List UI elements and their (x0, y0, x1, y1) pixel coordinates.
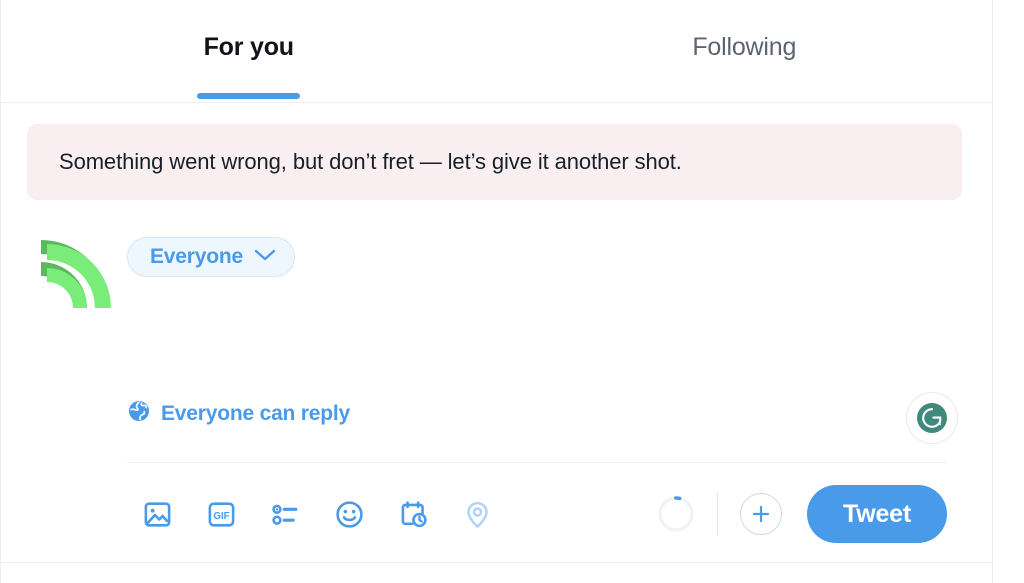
chevron-down-icon (254, 248, 276, 267)
reply-setting[interactable]: Everyone can reply (127, 399, 947, 428)
composer-tool-icons: GIF (142, 499, 493, 530)
tweet-composer: Everyone Everyone can reply GIF Tweet (1, 210, 992, 562)
rss-logo-icon (41, 240, 111, 308)
error-banner-message: Something went wrong, but don’t fret — l… (59, 149, 682, 174)
timeline-tabs: For you Following (1, 0, 992, 103)
svg-text:GIF: GIF (213, 511, 229, 522)
schedule-icon[interactable] (398, 499, 429, 530)
composer-body: Everyone Everyone can reply (127, 210, 958, 444)
composer-action-bar: GIF Tweet (127, 483, 947, 545)
grammarly-icon[interactable] (906, 392, 958, 444)
reply-setting-label: Everyone can reply (161, 401, 350, 425)
poll-icon[interactable] (270, 499, 301, 530)
location-icon[interactable] (462, 499, 493, 530)
composer-right-controls: Tweet (657, 485, 947, 543)
controls-divider (717, 492, 718, 536)
avatar[interactable] (31, 232, 119, 320)
tab-following[interactable]: Following (497, 0, 993, 103)
gif-icon[interactable]: GIF (206, 499, 237, 530)
tab-following-label: Following (692, 33, 797, 61)
twitter-compose-screen: For you Following Something went wrong, … (0, 0, 1024, 583)
bottom-divider (1, 562, 992, 563)
globe-icon (127, 399, 151, 428)
composer-divider (127, 462, 947, 463)
audience-selector-label: Everyone (150, 245, 243, 268)
tab-for-you-label: For you (203, 33, 294, 61)
tab-active-underline (197, 93, 301, 99)
media-icon[interactable] (142, 499, 173, 530)
tab-for-you[interactable]: For you (1, 0, 497, 103)
error-banner: Something went wrong, but don’t fret — l… (27, 124, 962, 200)
add-tweet-button[interactable] (740, 493, 782, 535)
audience-selector[interactable]: Everyone (127, 237, 295, 277)
tweet-text-input[interactable] (127, 277, 958, 444)
column-border-right (992, 0, 993, 583)
emoji-icon[interactable] (334, 499, 365, 530)
plus-icon (752, 505, 770, 523)
tweet-button[interactable]: Tweet (807, 485, 947, 543)
character-count-progress (657, 495, 695, 533)
